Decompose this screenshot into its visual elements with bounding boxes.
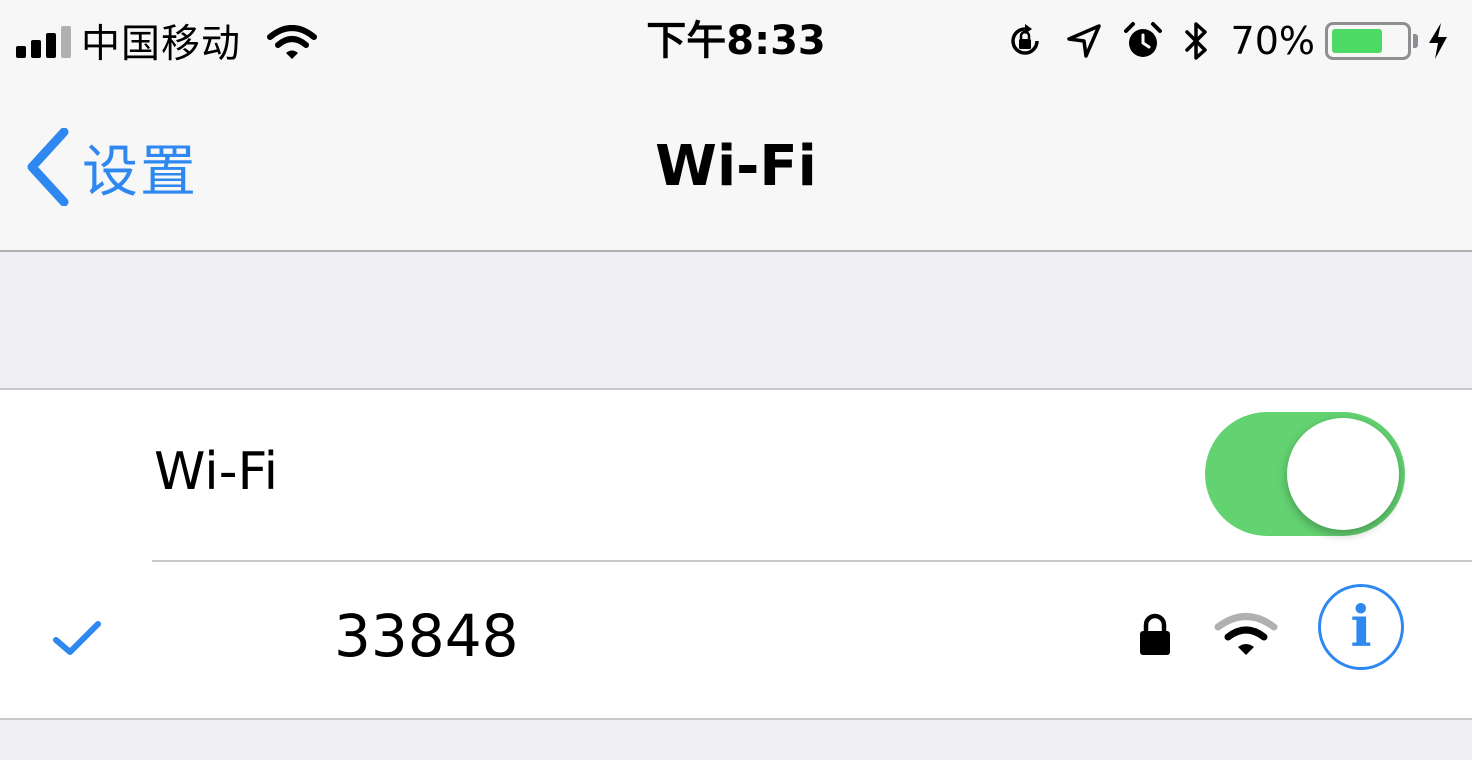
- wifi-toggle-switch[interactable]: [1205, 412, 1405, 536]
- battery-percentage: 70%: [1230, 19, 1315, 63]
- wifi-settings-group: Wi-Fi 33848 i: [0, 388, 1472, 720]
- page-title: Wi-Fi: [655, 134, 817, 199]
- toggle-knob: [1287, 418, 1399, 530]
- bluetooth-icon: [1184, 22, 1207, 60]
- battery-level-fill: [1332, 29, 1383, 53]
- network-row[interactable]: 33848 i: [0, 562, 1472, 720]
- wifi-toggle-row: Wi-Fi: [0, 390, 1472, 560]
- status-bar-right: 70%: [1005, 12, 1450, 70]
- battery-nub: [1413, 34, 1418, 48]
- network-name: 33848: [334, 602, 519, 670]
- location-arrow-icon: [1066, 24, 1101, 58]
- info-button[interactable]: i: [1318, 584, 1404, 670]
- charging-bolt-icon: [1429, 23, 1447, 59]
- status-bar: 中国移动 下午8:33 70%: [0, 0, 1472, 84]
- navigation-bar: 设置 Wi-Fi: [0, 84, 1472, 252]
- checkmark-icon: [53, 621, 101, 655]
- lock-icon: [1140, 613, 1170, 655]
- alarm-icon: [1123, 22, 1162, 57]
- battery-icon: [1325, 22, 1411, 60]
- orientation-lock-icon: [1010, 24, 1039, 55]
- wifi-label: Wi-Fi: [154, 442, 279, 502]
- wifi-signal-icon: [1214, 613, 1278, 655]
